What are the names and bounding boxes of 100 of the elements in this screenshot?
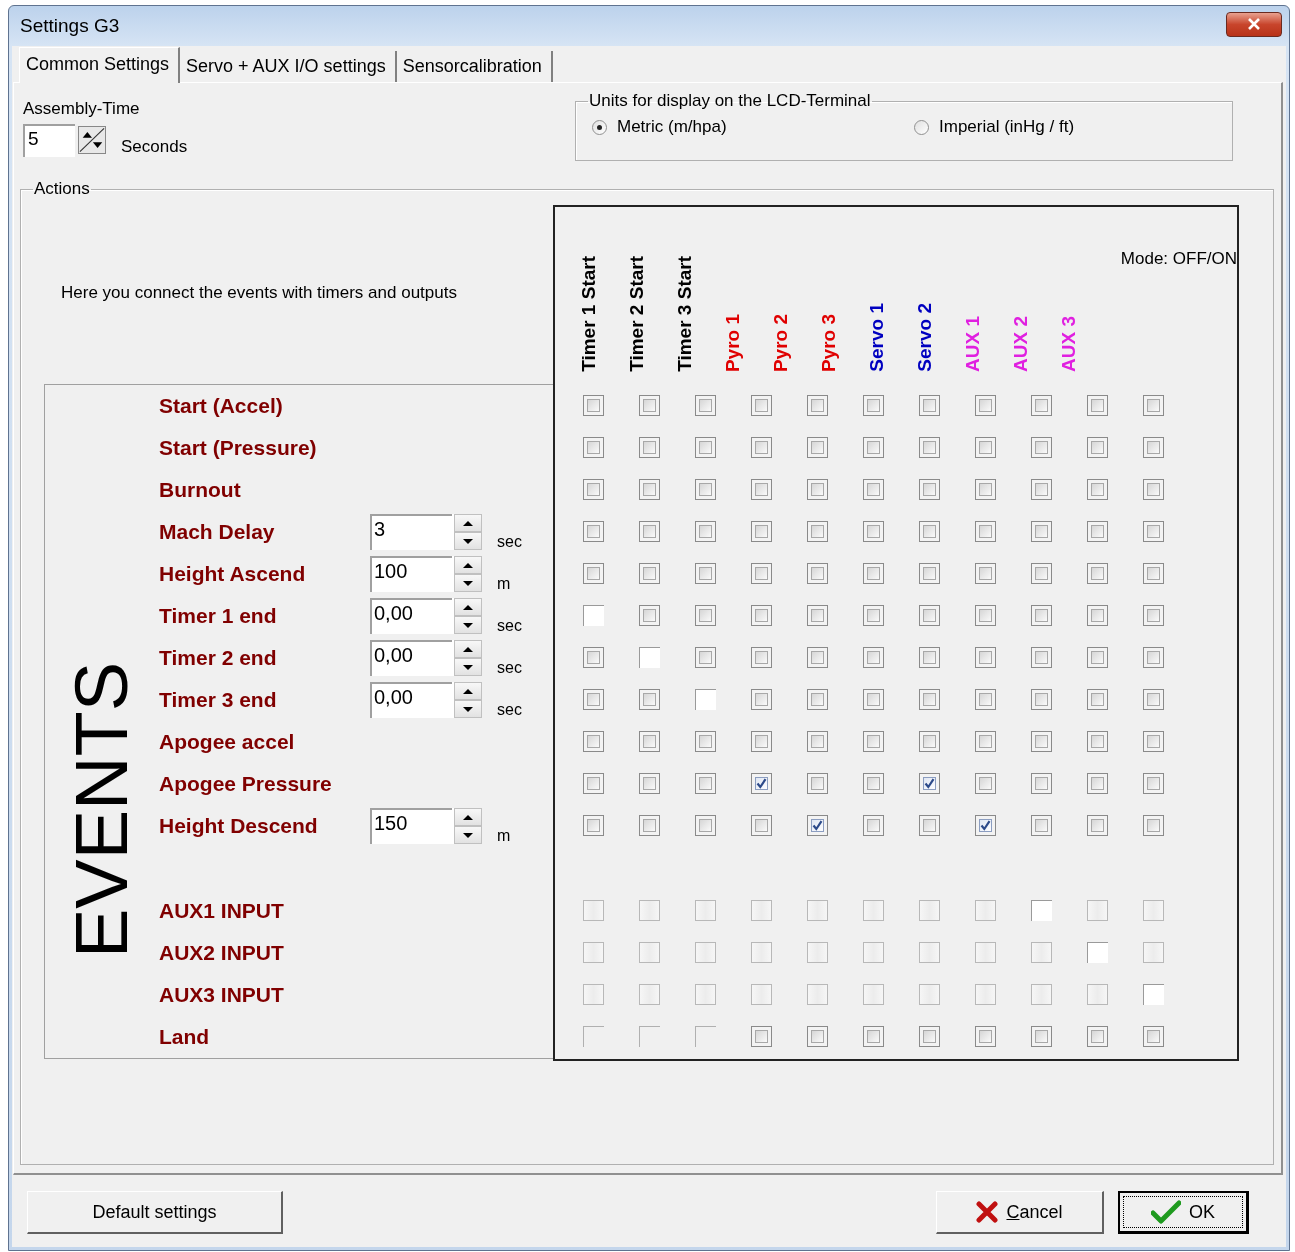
checkbox[interactable] [1142, 647, 1164, 668]
checkbox[interactable] [1142, 689, 1164, 710]
checkbox[interactable] [806, 647, 828, 668]
default-settings-button[interactable]: Default settings [27, 1191, 283, 1234]
checkbox[interactable] [1142, 731, 1164, 752]
checkbox[interactable] [806, 815, 828, 836]
checkbox[interactable] [582, 479, 604, 500]
checkbox[interactable] [974, 605, 996, 626]
spin-button[interactable] [78, 126, 106, 154]
checkbox[interactable] [974, 521, 996, 542]
radio-button[interactable] [592, 119, 607, 135]
checkbox[interactable] [918, 521, 940, 542]
checkbox[interactable] [806, 731, 828, 752]
checkbox[interactable] [1142, 984, 1164, 1005]
checkbox[interactable] [582, 1026, 604, 1047]
checkbox[interactable] [1030, 900, 1052, 921]
checkbox[interactable] [1086, 942, 1108, 963]
checkbox[interactable] [1030, 563, 1052, 584]
checkbox[interactable] [638, 773, 660, 794]
checkbox[interactable] [1086, 521, 1108, 542]
checkbox[interactable] [862, 900, 884, 921]
checkbox[interactable] [918, 437, 940, 458]
number-field[interactable]: 0,00 [370, 682, 452, 718]
spin-down-button[interactable] [454, 532, 482, 550]
checkbox[interactable] [974, 647, 996, 668]
checkbox[interactable] [974, 479, 996, 500]
number-field[interactable]: 0,00 [370, 598, 452, 634]
checkbox[interactable] [750, 815, 772, 836]
checkbox[interactable] [582, 900, 604, 921]
checkbox[interactable] [750, 689, 772, 710]
checkbox[interactable] [582, 731, 604, 752]
checkbox[interactable] [694, 984, 716, 1005]
checkbox[interactable] [1142, 942, 1164, 963]
checkbox[interactable] [974, 1026, 996, 1047]
checkbox[interactable] [1142, 437, 1164, 458]
tab[interactable]: Servo + AUX I/O settings [180, 51, 397, 82]
checkbox[interactable] [1086, 395, 1108, 416]
checkbox[interactable] [974, 773, 996, 794]
checkbox[interactable] [974, 563, 996, 584]
radio-label[interactable]: Imperial (inHg / ft) [939, 117, 1075, 137]
checkbox[interactable] [1086, 900, 1108, 921]
checkbox[interactable] [918, 773, 940, 794]
checkbox[interactable] [582, 521, 604, 542]
checkbox[interactable] [1030, 984, 1052, 1005]
checkbox[interactable] [1030, 521, 1052, 542]
checkbox[interactable] [1030, 605, 1052, 626]
checkbox[interactable] [862, 437, 884, 458]
checkbox[interactable] [1030, 1026, 1052, 1047]
checkbox[interactable] [582, 563, 604, 584]
checkbox[interactable] [806, 605, 828, 626]
checkbox[interactable] [638, 731, 660, 752]
checkbox[interactable] [806, 900, 828, 921]
checkbox[interactable] [1030, 479, 1052, 500]
checkbox[interactable] [694, 689, 716, 710]
checkbox[interactable] [750, 942, 772, 963]
checkbox[interactable] [918, 647, 940, 668]
checkbox[interactable] [638, 689, 660, 710]
checkbox[interactable] [638, 942, 660, 963]
checkbox[interactable] [862, 689, 884, 710]
checkbox[interactable] [750, 773, 772, 794]
spin-up-button[interactable] [454, 556, 482, 574]
checkbox[interactable] [582, 395, 604, 416]
checkbox[interactable] [1086, 479, 1108, 500]
checkbox[interactable] [862, 605, 884, 626]
checkbox[interactable] [638, 395, 660, 416]
checkbox[interactable] [918, 900, 940, 921]
checkbox[interactable] [750, 521, 772, 542]
spin-up-button[interactable] [454, 808, 482, 826]
tab[interactable]: Common Settings [19, 47, 181, 83]
checkbox[interactable] [862, 815, 884, 836]
spin-up-button[interactable] [454, 598, 482, 616]
radio-button[interactable] [914, 119, 929, 135]
checkbox[interactable] [582, 773, 604, 794]
spin-down-button[interactable] [454, 658, 482, 676]
checkbox[interactable] [582, 605, 604, 626]
checkbox[interactable] [918, 815, 940, 836]
checkbox[interactable] [638, 437, 660, 458]
checkbox[interactable] [806, 563, 828, 584]
checkbox[interactable] [1086, 731, 1108, 752]
checkbox[interactable] [862, 773, 884, 794]
radio-label[interactable]: Metric (m/hpa) [617, 117, 727, 137]
checkbox[interactable] [806, 942, 828, 963]
checkbox[interactable] [638, 984, 660, 1005]
checkbox[interactable] [862, 1026, 884, 1047]
checkbox[interactable] [750, 479, 772, 500]
checkbox[interactable] [694, 773, 716, 794]
checkbox[interactable] [638, 815, 660, 836]
spin-up-button[interactable] [454, 514, 482, 532]
checkbox[interactable] [1086, 773, 1108, 794]
checkbox[interactable] [582, 942, 604, 963]
checkbox[interactable] [862, 395, 884, 416]
checkbox[interactable] [918, 605, 940, 626]
checkbox[interactable] [694, 942, 716, 963]
checkbox[interactable] [1030, 773, 1052, 794]
spin-down-button[interactable] [454, 826, 482, 844]
checkbox[interactable] [694, 395, 716, 416]
checkbox[interactable] [1030, 395, 1052, 416]
checkbox[interactable] [862, 563, 884, 584]
checkbox[interactable] [750, 605, 772, 626]
checkbox[interactable] [806, 1026, 828, 1047]
